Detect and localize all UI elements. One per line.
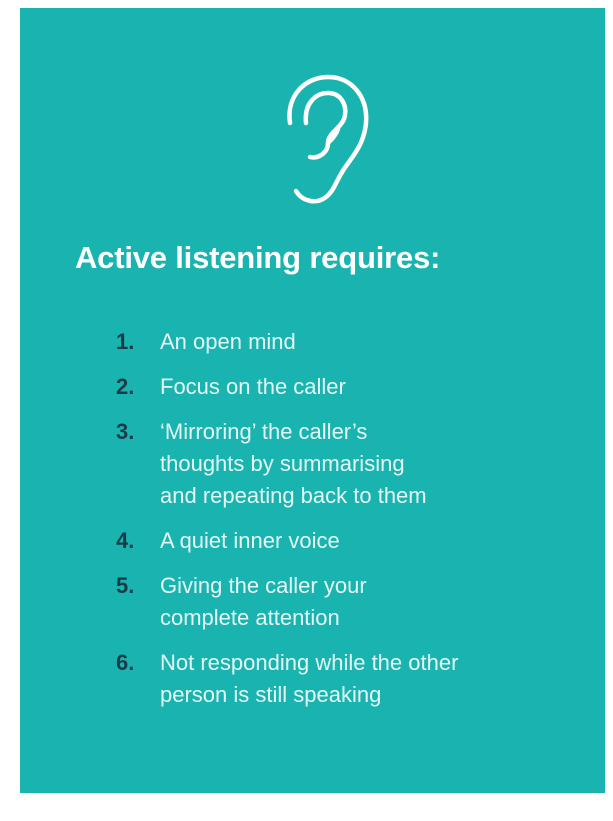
item-text-line: complete attention: [160, 605, 340, 630]
item-text-line: thoughts by summarising: [160, 451, 405, 476]
list-item: 1. An open mind: [116, 326, 458, 358]
item-text-line: A quiet inner voice: [160, 528, 340, 553]
item-text: Not responding while the other person is…: [160, 647, 458, 711]
item-text: Focus on the caller: [160, 371, 346, 403]
item-text: Giving the caller your complete attentio…: [160, 570, 367, 634]
item-number: 6.: [116, 650, 135, 675]
item-number: 1.: [116, 329, 135, 354]
item-number: 4.: [116, 528, 135, 553]
list-item: 6. Not responding while the other person…: [116, 647, 458, 711]
item-text-line: ‘Mirroring’ the caller’s: [160, 419, 368, 444]
item-text-line: Giving the caller your: [160, 573, 367, 598]
list-item: 3. ‘Mirroring’ the caller’s thoughts by …: [116, 416, 458, 512]
item-number: 3.: [116, 419, 135, 444]
item-text: A quiet inner voice: [160, 525, 340, 557]
item-text: ‘Mirroring’ the caller’s thoughts by sum…: [160, 416, 427, 512]
item-text-line: Not responding while the other: [160, 650, 459, 675]
item-number: 2.: [116, 374, 135, 399]
list-item: 5. Giving the caller your complete atten…: [116, 570, 458, 634]
item-number: 5.: [116, 573, 135, 598]
item-text-line: person is still speaking: [160, 682, 382, 707]
page-title: Active listening requires:: [75, 240, 441, 275]
item-text-line: An open mind: [160, 329, 296, 354]
info-card: Active listening requires: 1. An open mi…: [20, 8, 605, 793]
list-item: 2. Focus on the caller: [116, 371, 458, 403]
item-text: An open mind: [160, 326, 296, 358]
ear-icon: [287, 74, 369, 204]
list-item: 4. A quiet inner voice: [116, 525, 458, 557]
requirements-list: 1. An open mind 2. Focus on the caller 3…: [116, 326, 458, 724]
item-text-line: Focus on the caller: [160, 374, 346, 399]
item-text-line: and repeating back to them: [160, 483, 427, 508]
